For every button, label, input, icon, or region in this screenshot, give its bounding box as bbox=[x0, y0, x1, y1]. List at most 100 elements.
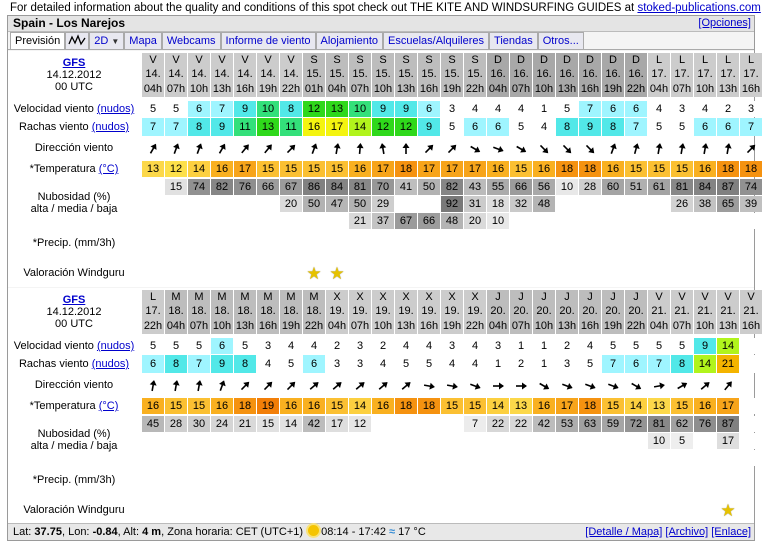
detalle-link[interactable]: [Detalle / Mapa] bbox=[585, 526, 662, 538]
hour: 13h bbox=[396, 83, 416, 96]
wind-arrow-icon bbox=[746, 144, 756, 154]
model-link[interactable]: GFS bbox=[63, 57, 86, 69]
rating-row-cell bbox=[326, 496, 348, 524]
cloud-low-row-cell bbox=[372, 450, 394, 466]
tab-tiendas[interactable]: Tiendas bbox=[489, 32, 538, 49]
wind-speed-row-cell: 4 bbox=[395, 338, 417, 354]
cloud-row-label: Nubosidad (%) alta / media / baja bbox=[8, 415, 140, 465]
sea-temp: 17 °C bbox=[398, 526, 426, 538]
direction-row-label: Dirección viento bbox=[34, 142, 114, 154]
rating-row-cell bbox=[740, 259, 762, 287]
wind-arrow-icon bbox=[196, 143, 203, 154]
tab-mapa[interactable]: Mapa bbox=[124, 32, 162, 49]
wind-direction-row-cell bbox=[464, 138, 486, 160]
wind-arrow-icon bbox=[562, 144, 572, 154]
hour: 04h bbox=[649, 320, 669, 333]
temp-units-link[interactable]: (°C) bbox=[99, 163, 119, 175]
hour: 13h bbox=[557, 83, 577, 96]
wind-speed-row-cell: 3 bbox=[257, 338, 279, 354]
day-letter: M bbox=[286, 290, 296, 303]
wind-direction-row-cell bbox=[165, 138, 187, 160]
wind-gust-row: 6 8 7 9 8 4 5 6 3 3 4 5 5 4 4 1 2 1 3 5 7 6 7 8 14 21 bbox=[142, 355, 763, 373]
tab-prevision[interactable]: Previsión bbox=[10, 32, 66, 49]
gust-units-link[interactable]: (nudos) bbox=[92, 121, 129, 133]
wind-arrow-icon bbox=[470, 383, 481, 390]
wind-gust-row-cell: 21 bbox=[717, 355, 739, 373]
temperature-row-cell bbox=[740, 398, 762, 414]
model-header: GFS 14.12.2012 00 UTC bbox=[8, 288, 140, 336]
tab-alojamiento[interactable]: Alojamiento bbox=[315, 32, 384, 49]
tab-2d[interactable]: 2D ▼ bbox=[89, 32, 125, 49]
cloud-high-row-cell: 81 bbox=[671, 179, 693, 195]
wind-arrow-icon bbox=[631, 382, 642, 390]
day-date: 15. bbox=[306, 68, 322, 81]
time-column-header: V 14. 22h bbox=[280, 53, 302, 97]
temp-label: *Temperatura (°C) bbox=[29, 400, 119, 412]
cloud-low-row-cell bbox=[280, 213, 302, 229]
archivo-link[interactable]: [Archivo] bbox=[665, 526, 708, 538]
wind-direction-row-cell bbox=[671, 375, 693, 397]
precip-row-cell bbox=[257, 231, 279, 257]
cloud-low-row-cell bbox=[211, 213, 233, 229]
hour: 16h bbox=[419, 83, 439, 96]
day-letter: L bbox=[678, 53, 686, 66]
tab-bar: Previsión 2D ▼ Mapa Webcams Informe de v… bbox=[8, 32, 754, 50]
tab-escuelas[interactable]: Escuelas/Alquileres bbox=[383, 32, 490, 49]
hour: 16h bbox=[258, 320, 278, 333]
tab-webcams[interactable]: Webcams bbox=[161, 32, 221, 49]
hour: 13h bbox=[235, 320, 255, 333]
gust-units-link[interactable]: (nudos) bbox=[92, 358, 129, 370]
model-link[interactable]: GFS bbox=[63, 294, 86, 306]
wind-gust-row-cell: 6 bbox=[717, 118, 739, 136]
precip-row-cell bbox=[303, 231, 325, 257]
wind-direction-row-cell bbox=[188, 375, 210, 397]
speed-units-link[interactable]: (nudos) bbox=[97, 340, 134, 352]
cloud-high-row-cell bbox=[372, 416, 394, 432]
opciones-link[interactable]: [Opciones] bbox=[698, 16, 751, 31]
precip-row-cell bbox=[372, 231, 394, 257]
enlace-link[interactable]: [Enlace] bbox=[711, 526, 751, 538]
tab-otros[interactable]: Otros... bbox=[537, 32, 584, 49]
wind-direction-row-cell bbox=[188, 138, 210, 160]
wind-direction-row-cell bbox=[349, 138, 371, 160]
wind-arrow-icon bbox=[446, 382, 458, 390]
tab-informe[interactable]: Informe de viento bbox=[220, 32, 316, 49]
time-column-header: X 19. 10h bbox=[372, 290, 394, 334]
cloud-low-row-cell bbox=[303, 213, 325, 229]
wind-speed-row-cell: 5 bbox=[602, 338, 624, 354]
cloud-low-row-cell bbox=[533, 450, 555, 466]
day-date: 19. bbox=[467, 305, 483, 318]
direction-row-label: Dirección viento bbox=[34, 379, 114, 391]
time-column-header: L 17. 13h bbox=[717, 53, 739, 97]
cloud-mid-row-cell bbox=[165, 196, 187, 212]
time-column-header: D 16. 19h bbox=[602, 53, 624, 97]
rating-row-cell bbox=[165, 259, 187, 287]
time-column-header: J 20. 19h bbox=[602, 290, 624, 334]
temp-units-link[interactable]: (°C) bbox=[99, 400, 119, 412]
cloud-low-row-cell bbox=[648, 213, 670, 229]
info-text: For detailed information about the quali… bbox=[10, 2, 761, 16]
time-column-header: M 18. 22h bbox=[303, 290, 325, 334]
day-letter: S bbox=[379, 53, 387, 66]
tab-graph[interactable] bbox=[65, 32, 90, 49]
speed-units-link[interactable]: (nudos) bbox=[97, 103, 134, 115]
rating-row-cell bbox=[234, 496, 256, 524]
wind-speed-row-cell bbox=[740, 338, 762, 354]
hour: 10h bbox=[212, 320, 232, 333]
day-date: 19. bbox=[444, 305, 460, 318]
wind-speed-row-cell: 7 bbox=[579, 101, 601, 117]
wind-gust-row-cell: 6 bbox=[464, 118, 486, 136]
hour: 19h bbox=[258, 83, 278, 96]
footer: Lat: 37.75, Lon: -0.84, Alt: 4 m, Zona h… bbox=[8, 523, 754, 540]
rating-row-cell bbox=[280, 259, 302, 287]
hour: 04h bbox=[488, 320, 508, 333]
wind-direction-row-cell bbox=[579, 138, 601, 160]
wind-gust-row-cell: 9 bbox=[211, 355, 233, 373]
cloud-mid-row-cell: 31 bbox=[464, 196, 486, 212]
hour: 16h bbox=[419, 320, 439, 333]
day-letter: V bbox=[655, 290, 663, 303]
day-letter: L bbox=[701, 53, 709, 66]
day-letter: D bbox=[540, 53, 548, 66]
stoked-link[interactable]: stoked-publications.com bbox=[637, 2, 760, 14]
cloud-high-row-cell: 14 bbox=[280, 416, 302, 432]
